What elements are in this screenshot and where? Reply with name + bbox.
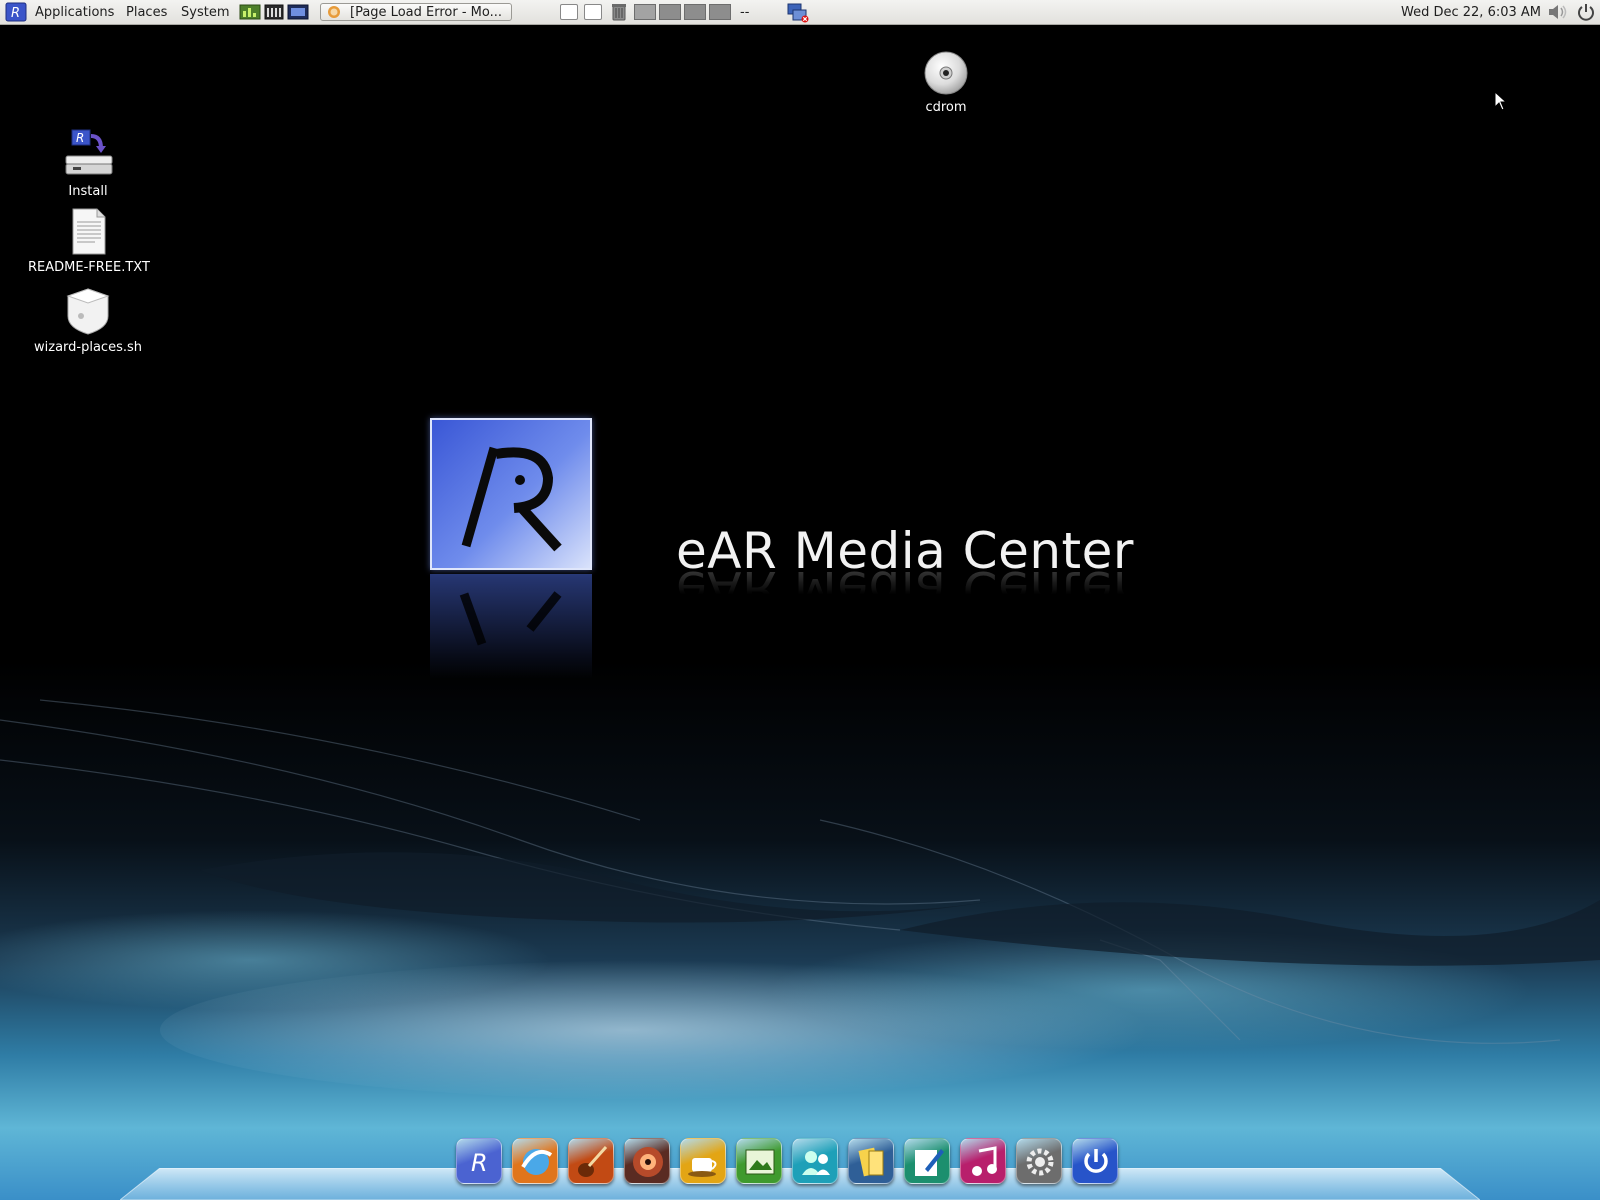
window-mini-1[interactable] (560, 4, 578, 20)
power-icon (1084, 1149, 1108, 1173)
desktop-icon-cdrom[interactable]: cdrom (896, 50, 996, 115)
dock-item-media-burner[interactable] (624, 1138, 670, 1184)
system-monitor-icon[interactable] (239, 0, 261, 24)
desktop-icon-install[interactable]: R Install (28, 126, 148, 199)
brand-title-reflection: eAR Media Center (676, 560, 1134, 618)
text-editor-icon (915, 1149, 944, 1176)
ear-logo-glyph-icon (461, 446, 562, 552)
workspace-separator: -- (740, 4, 750, 20)
workspace-2[interactable] (659, 4, 681, 20)
taskbar-window-title: [Page Load Error - Mo... (350, 4, 502, 20)
cdrom-label: cdrom (925, 100, 967, 115)
settings-icon (1026, 1148, 1054, 1176)
install-drive-icon: R (61, 126, 115, 184)
dock-item-web-browser[interactable] (512, 1138, 558, 1184)
mouse-cursor-icon (1494, 91, 1508, 111)
svg-text:R: R (471, 1149, 488, 1177)
browser-icon (327, 5, 341, 19)
volume-icon[interactable] (1547, 0, 1569, 24)
workspace-3[interactable] (684, 4, 706, 20)
shutdown-icon[interactable] (1576, 0, 1596, 24)
desktop-icon-wizard-places[interactable]: wizard-places.sh (28, 286, 148, 355)
desktop-icon-readme[interactable]: README-FREE.TXT (28, 206, 150, 275)
clock[interactable]: Wed Dec 22, 6:03 AM (1401, 0, 1541, 24)
guitar-icon (578, 1145, 608, 1177)
ear-menu-icon: R (471, 1149, 488, 1177)
window-mini-2[interactable] (584, 4, 602, 20)
menu-places[interactable]: Places (126, 0, 167, 24)
music-player-icon (972, 1146, 997, 1176)
network-disconnected-icon[interactable] (786, 0, 810, 24)
ear-logo-reflection (430, 574, 592, 684)
wizard-places-label: wizard-places.sh (34, 340, 142, 355)
dock-item-text-editor[interactable] (904, 1138, 950, 1184)
office-icon (858, 1147, 884, 1177)
dock-item-office[interactable] (848, 1138, 894, 1184)
window-list-buttons (560, 0, 604, 24)
svg-text:R: R (76, 131, 84, 145)
install-label: Install (68, 184, 108, 199)
dock-item-music-player[interactable] (960, 1138, 1006, 1184)
script-file-icon (61, 286, 115, 340)
messenger-icon (802, 1151, 830, 1175)
svg-text:R: R (11, 6, 20, 21)
workspace-switcher (634, 0, 736, 24)
main-menu-logo-icon[interactable]: R (5, 0, 27, 24)
dock-item-coffee-cup[interactable] (680, 1138, 726, 1184)
dock-item-settings[interactable] (1016, 1138, 1062, 1184)
coffee-cup-icon (688, 1158, 717, 1177)
workspace-1[interactable] (634, 4, 656, 20)
image-viewer-icon (745, 1149, 775, 1175)
menu-applications[interactable]: Applications (35, 0, 114, 24)
top-panel: R Applications Places System [Page Load … (0, 0, 1600, 25)
ear-logo (430, 418, 592, 570)
taskbar-window-button[interactable]: [Page Load Error - Mo... (320, 3, 512, 21)
terminal-icon[interactable] (264, 0, 284, 24)
text-file-icon (61, 206, 115, 260)
workspace-4[interactable] (709, 4, 731, 20)
menu-system[interactable]: System (181, 0, 229, 24)
trash-icon[interactable] (610, 0, 628, 24)
media-burner-icon (633, 1147, 663, 1177)
dock-item-ear-menu[interactable]: R (456, 1138, 502, 1184)
cdrom-icon (923, 50, 969, 100)
screenshot-icon[interactable] (287, 0, 309, 24)
dock-item-power[interactable] (1072, 1138, 1118, 1184)
dock-item-messenger[interactable] (792, 1138, 838, 1184)
readme-label: README-FREE.TXT (28, 260, 150, 275)
web-browser-icon (521, 1149, 553, 1175)
dock-item-guitar[interactable] (568, 1138, 614, 1184)
dock-item-image-viewer[interactable] (736, 1138, 782, 1184)
